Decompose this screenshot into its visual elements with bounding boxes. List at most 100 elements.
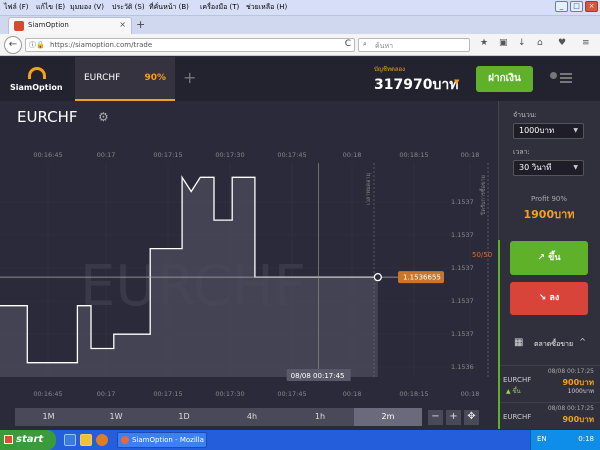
taskbar-window-title: SiamOption - Mozilla F... (132, 436, 206, 444)
x-tick-label: 00:16:45 (33, 151, 62, 159)
timeframe-2m[interactable]: 2m (354, 408, 422, 426)
timeframe-1h[interactable]: 1h (286, 408, 354, 426)
zoom-in-button[interactable]: + (446, 410, 461, 425)
asset-tab-eurchf[interactable]: EURCHF 90% (75, 57, 175, 101)
amount-select[interactable]: 1000บาท ▼ (513, 123, 584, 139)
deposit-button[interactable]: ฝากเงิน (476, 66, 533, 92)
pocket-icon[interactable]: ♥ (558, 38, 566, 48)
x-tick-label: 00:18 (343, 151, 362, 159)
x-tick-label: 00:17:30 (215, 151, 244, 159)
profit-label: Profit 90% (530, 195, 568, 203)
download-icon[interactable]: ↓ (518, 38, 526, 48)
new-tab-button[interactable]: + (136, 18, 145, 31)
home-icon[interactable]: ⌂ (537, 38, 543, 48)
chart-symbol-title[interactable]: EURCHF (17, 108, 78, 126)
price-chart[interactable]: EURCHF 00:16:4500:1700:17:1500:17:3000:1… (0, 145, 498, 403)
trade-history-title: ตลาดซื้อขาย (534, 340, 574, 348)
profit-value: 1900บาท (523, 208, 575, 221)
menu-edit[interactable]: แก้ไข (E) (36, 2, 65, 13)
x-tick-label: 00:17 (97, 390, 116, 398)
siamoption-logo[interactable]: SiamOption (10, 62, 63, 98)
amount-caret-icon: ▼ (573, 127, 578, 134)
windows-logo-icon (4, 435, 13, 444)
y-tick-label: 1.1537 (451, 264, 474, 272)
x-tick-label: 00:18 (343, 390, 362, 398)
menu-bookmarks[interactable]: ที่คั่นหน้า (B) (149, 2, 189, 13)
taskbar-firefox-window[interactable]: SiamOption - Mozilla F... (117, 432, 207, 448)
call-up-button[interactable]: ↗ ขึ้น (510, 241, 588, 275)
add-asset-button[interactable]: + (183, 70, 196, 86)
menu-view[interactable]: มุมมอง (V) (70, 2, 104, 13)
logo-mark-icon (28, 67, 46, 79)
menu-file[interactable]: ไฟล์ (F) (4, 2, 28, 13)
quicklaunch-folder-icon[interactable] (80, 434, 92, 446)
maximize-button[interactable]: □ (570, 1, 583, 12)
minimize-button[interactable]: _ (555, 1, 568, 12)
timeframe-1d[interactable]: 1D (150, 408, 218, 426)
crosshair-time-value: 08/08 00:17:45 (291, 372, 345, 380)
language-indicator[interactable]: EN (537, 435, 547, 443)
bookmark-star-icon[interactable]: ★ (480, 38, 488, 48)
url-bar[interactable]: ⓘ🔒 https://siamoption.com/trade C (25, 38, 355, 52)
x-tick-label: 00:18:15 (399, 151, 428, 159)
amount-label: จำนวน: (513, 111, 537, 119)
profit-box: Profit 90% 1900บาท (498, 195, 600, 223)
search-box[interactable]: ⌕ ค้นหา (358, 38, 470, 52)
x-tick-label: 00:17:45 (277, 151, 306, 159)
calendar-icon: ▦ (514, 337, 524, 348)
expiry-label: เวลาหมดอายุ (366, 173, 372, 205)
tab-title: SiamOption (28, 21, 69, 29)
balance-value: 317970บาท (374, 77, 459, 93)
balance-selector[interactable]: บัญชีทดลอง 317970บาท ▼ (374, 64, 464, 94)
system-tray: EN 0:18 (530, 430, 600, 450)
trade-history-row[interactable]: 08/08 00:17:25 EURCHF 900บาท ▲ ขึ้น 1000… (498, 365, 600, 395)
clock[interactable]: 0:18 (578, 435, 594, 443)
quicklaunch-firefox-icon[interactable] (96, 434, 108, 446)
tab-close-icon[interactable]: × (119, 20, 126, 29)
site-favicon-icon (14, 21, 24, 31)
url-text[interactable]: https://siamoption.com/trade (50, 41, 152, 49)
current-price-value: 1.1536655 (403, 274, 441, 282)
trade-history-header[interactable]: ▦ ตลาดซื้อขาย ^ (510, 335, 590, 353)
menu-tools[interactable]: เครื่องมือ (T) (200, 2, 239, 13)
menu-help[interactable]: ช่วยเหลือ (H) (246, 2, 287, 13)
trade-history-row[interactable]: 08/08 00:17:25 EURCHF 900บาท (498, 402, 600, 430)
y-tick-label: 1.1537 (451, 330, 474, 338)
trade-stake: 1000บาท (567, 388, 594, 395)
put-down-button[interactable]: ↘ ลง (510, 282, 588, 315)
x-tick-label: 00:17:30 (215, 390, 244, 398)
trade-time: 08/08 00:17:25 (547, 368, 594, 375)
time-value: 30 วินาที (519, 163, 552, 172)
y-tick-label: 1.1537 (451, 231, 474, 239)
chart-settings-gear-icon[interactable]: ⚙ (98, 110, 109, 124)
zoom-out-button[interactable]: − (428, 410, 443, 425)
browser-menubar: ไฟล์ (F) แก้ไข (E) มุมมอง (V) ประวัติ (S… (0, 0, 600, 16)
close-window-button[interactable]: × (585, 1, 598, 12)
user-menu-icon[interactable] (550, 72, 572, 84)
search-placeholder[interactable]: ค้นหา (375, 41, 393, 52)
timeframe-4h[interactable]: 4h (218, 408, 286, 426)
balance-label: บัญชีทดลอง (374, 66, 406, 73)
x-tick-label: 00:18 (461, 151, 480, 159)
back-button[interactable]: ← (4, 36, 22, 54)
collapse-chevron-icon[interactable]: ^ (579, 337, 586, 346)
reload-icon[interactable]: C (345, 39, 351, 49)
pan-move-button[interactable]: ✥ (464, 410, 479, 425)
timeframe-1w[interactable]: 1W (82, 408, 150, 426)
y-tick-label: 1.1536 (451, 363, 474, 371)
start-button[interactable]: start (0, 430, 56, 450)
asset-tab-payout: 90% (144, 73, 166, 83)
time-caret-icon: ▼ (573, 164, 578, 171)
trade-payout: 900บาท (562, 415, 594, 424)
timeframe-1m[interactable]: 1M (15, 408, 82, 426)
asset-tab-name: EURCHF (84, 73, 121, 83)
hamburger-menu-icon[interactable]: ≡ (582, 38, 590, 48)
trade-symbol: EURCHF (503, 413, 532, 421)
quicklaunch-ie-icon[interactable] (64, 434, 76, 446)
time-select[interactable]: 30 วินาที ▼ (513, 160, 584, 176)
search-icon: ⌕ (363, 40, 367, 48)
info-lock-icon[interactable]: ⓘ🔒 (29, 40, 45, 50)
menu-history[interactable]: ประวัติ (S) (112, 2, 145, 13)
browser-tab[interactable]: SiamOption × (8, 17, 132, 34)
library-icon[interactable]: ▣ (499, 38, 508, 48)
